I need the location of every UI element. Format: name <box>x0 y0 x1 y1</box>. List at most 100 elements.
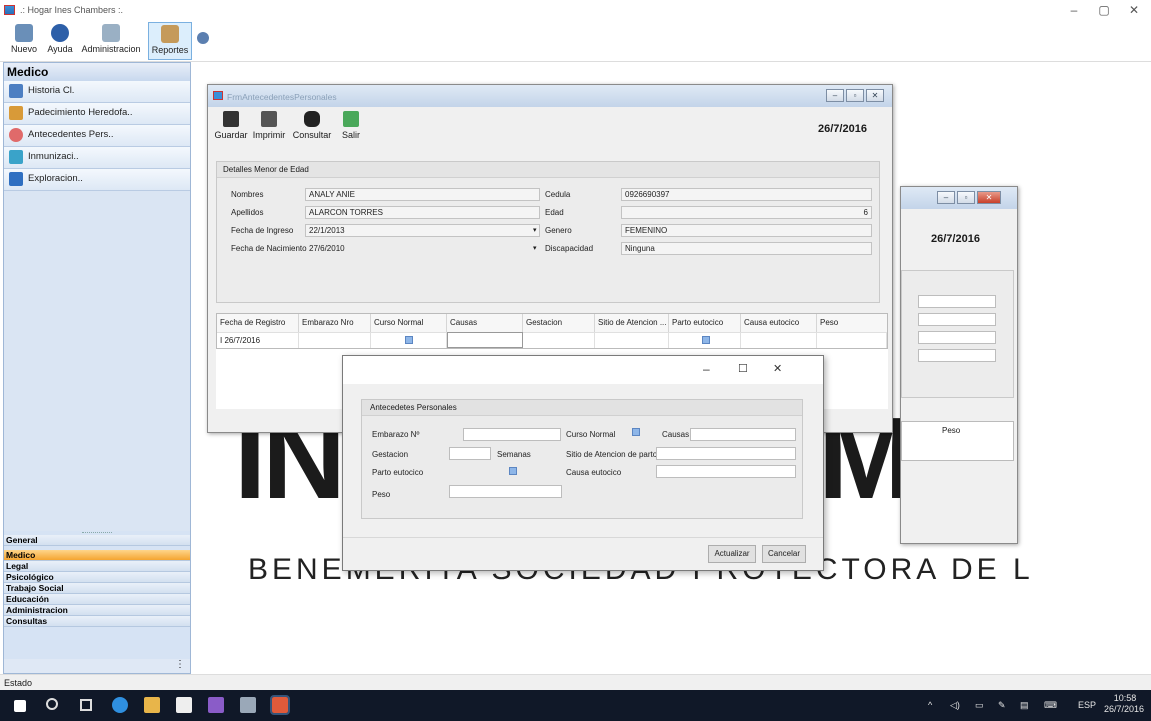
col-gestacion[interactable]: Gestacion <box>523 314 595 332</box>
clock-date[interactable]: 26/7/2016 <box>1100 704 1148 714</box>
cell-causa-eutocico[interactable] <box>741 332 817 348</box>
curso-normal-checkbox[interactable] <box>632 428 640 436</box>
app-taskbar-icon[interactable] <box>270 695 290 715</box>
maximize-button[interactable]: ▢ <box>1093 3 1115 17</box>
parto-checkbox[interactable] <box>509 467 517 475</box>
ingreso-datepicker[interactable]: 22/1/2013 <box>305 224 540 237</box>
category-medico[interactable]: Medico <box>4 550 190 561</box>
bg-field-1[interactable] <box>918 295 996 308</box>
notification-icon[interactable]: ▤ <box>1020 700 1029 711</box>
nacimiento-datepicker[interactable]: 27/6/2010 <box>305 242 540 255</box>
category-consultas[interactable]: Consultas <box>4 616 190 627</box>
keyboard-icon[interactable]: ⌨ <box>1044 700 1057 711</box>
discapacidad-field[interactable]: Ninguna <box>621 242 872 255</box>
edad-field[interactable]: 6 <box>621 206 872 219</box>
tray-chevron-icon[interactable]: ^ <box>928 700 932 710</box>
sidebar-item-antecedentes[interactable]: Antecedentes Pers.. <box>4 125 190 147</box>
minimize-icon[interactable]: – <box>703 362 710 376</box>
maximize-icon[interactable]: ☐ <box>738 362 748 375</box>
visual-studio-icon[interactable] <box>208 697 224 713</box>
splitter-grip[interactable] <box>82 532 112 534</box>
pen-icon[interactable]: ✎ <box>998 700 1006 711</box>
actualizar-button[interactable]: Actualizar <box>708 545 756 563</box>
search-icon[interactable] <box>46 698 58 710</box>
causa-eutocico-input[interactable] <box>656 465 796 478</box>
table-row[interactable]: I 26/7/2016 <box>217 332 299 348</box>
col-causas[interactable]: Causas <box>447 314 523 332</box>
edge-icon[interactable] <box>112 697 128 713</box>
cell-curso-normal[interactable] <box>371 332 447 348</box>
maximize-icon[interactable]: ▫ <box>957 191 975 204</box>
category-administracion[interactable]: Administracion <box>4 605 190 616</box>
close-icon[interactable]: ✕ <box>866 89 884 102</box>
language-indicator[interactable]: ESP <box>1078 700 1096 710</box>
administracion-button[interactable]: Administracion <box>76 22 146 60</box>
nombres-field[interactable]: ANALY ANIE <box>305 188 540 201</box>
checkbox-icon[interactable] <box>702 336 710 344</box>
store-icon[interactable] <box>176 697 192 713</box>
category-general[interactable]: General <box>4 535 190 546</box>
ayuda-button[interactable]: Ayuda <box>46 22 74 60</box>
volume-icon[interactable]: ◁) <box>950 700 960 711</box>
close-button[interactable]: ✕ <box>1123 3 1145 17</box>
col-embarazo-nro[interactable]: Embarazo Nro <box>299 314 371 332</box>
cell-peso[interactable] <box>817 332 887 348</box>
close-icon[interactable]: ✕ <box>977 191 1001 204</box>
col-curso-normal[interactable]: Curso Normal <box>371 314 447 332</box>
cell-sitio[interactable] <box>595 332 669 348</box>
file-explorer-icon[interactable] <box>144 697 160 713</box>
cancelar-button[interactable]: Cancelar <box>762 545 806 563</box>
embarazo-input[interactable] <box>463 428 561 441</box>
sitio-input[interactable] <box>656 447 796 460</box>
maximize-icon[interactable]: ▫ <box>846 89 864 102</box>
sidebar-item-historia[interactable]: Historia Cl. <box>4 81 190 103</box>
cell-parto-eutocico[interactable] <box>669 332 741 348</box>
checkbox-icon[interactable] <box>405 336 413 344</box>
clock-time[interactable]: 10:58 <box>1110 693 1140 703</box>
globe-icon[interactable] <box>197 32 209 44</box>
tool-icon[interactable] <box>240 697 256 713</box>
salir-button[interactable]: Salir <box>336 111 366 151</box>
imprimir-button[interactable]: Imprimir <box>250 111 288 151</box>
minimize-icon[interactable]: – <box>937 191 955 204</box>
chevron-down-icon[interactable]: ▾ <box>533 244 537 252</box>
causas-input[interactable] <box>690 428 796 441</box>
category-legal[interactable]: Legal <box>4 561 190 572</box>
minimize-button[interactable]: – <box>1063 3 1085 17</box>
cedula-field[interactable]: 0926690397 <box>621 188 872 201</box>
antecedentes-grid[interactable]: Fecha de Registro Embarazo Nro Curso Nor… <box>216 313 888 349</box>
background-window[interactable]: – ▫ ✕ 26/7/2016 Peso <box>900 186 1018 544</box>
cell-gestacion[interactable] <box>523 332 595 348</box>
col-fecha-registro[interactable]: Fecha de Registro <box>217 314 299 332</box>
sidebar-item-padecimiento[interactable]: Padecimiento Heredofa.. <box>4 103 190 125</box>
sidebar-item-exploracion[interactable]: Exploracion.. <box>4 169 190 191</box>
background-grid[interactable]: Peso <box>901 421 1014 461</box>
bg-field-4[interactable] <box>918 349 996 362</box>
category-overflow-button[interactable]: ⋮ <box>4 659 190 673</box>
category-trabajo-social[interactable]: Trabajo Social <box>4 583 190 594</box>
nuevo-button[interactable]: Nuevo <box>4 22 44 60</box>
category-psicologico[interactable]: Psicológico <box>4 572 190 583</box>
minimize-icon[interactable]: – <box>826 89 844 102</box>
col-sitio-atencion[interactable]: Sitio de Atencion ... <box>595 314 669 332</box>
task-view-icon[interactable] <box>80 699 92 711</box>
gestacion-input[interactable] <box>449 447 491 460</box>
consultar-button[interactable]: Consultar <box>290 111 334 151</box>
cell-embarazo[interactable] <box>299 332 371 348</box>
genero-field[interactable]: FEMENINO <box>621 224 872 237</box>
sidebar-item-inmunizacion[interactable]: Inmunizaci.. <box>4 147 190 169</box>
col-parto-eutocico[interactable]: Parto eutocico <box>669 314 741 332</box>
peso-input[interactable] <box>449 485 562 498</box>
windows-start-icon[interactable] <box>14 700 26 712</box>
guardar-button[interactable]: Guardar <box>214 111 248 151</box>
bg-field-2[interactable] <box>918 313 996 326</box>
close-icon[interactable]: ✕ <box>773 362 782 375</box>
chevron-down-icon[interactable]: ▾ <box>533 226 537 234</box>
cell-causas[interactable] <box>447 332 523 348</box>
col-causa-eutocico[interactable]: Causa eutocico <box>741 314 817 332</box>
battery-icon[interactable]: ▭ <box>975 700 984 711</box>
apellidos-field[interactable]: ALARCON TORRES <box>305 206 540 219</box>
bg-field-3[interactable] <box>918 331 996 344</box>
reportes-button[interactable]: Reportes <box>148 22 192 60</box>
antecedentes-dialog[interactable]: – ☐ ✕ Antecedetes Personales Embarazo Nº… <box>342 355 824 571</box>
